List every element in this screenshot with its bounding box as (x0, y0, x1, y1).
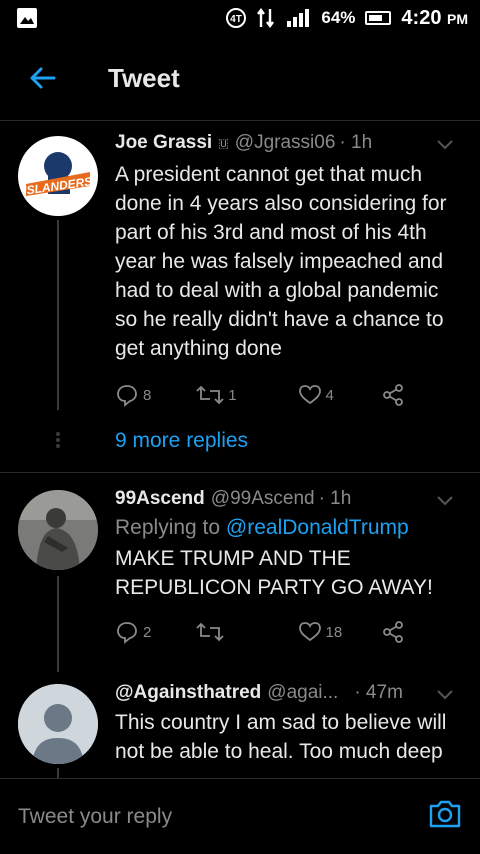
data-transfer-icon (257, 8, 275, 28)
reply-input[interactable]: Tweet your reply (18, 805, 428, 829)
avatar[interactable] (18, 684, 98, 764)
share-icon (382, 621, 403, 643)
author-handle: @Jgrassi06 (234, 132, 336, 153)
heart-icon (298, 622, 321, 642)
like-count: 18 (325, 623, 343, 641)
page-title: Tweet (108, 62, 180, 93)
tweet-againsthatred[interactable]: @Againsthatred @agai... · 47m This count… (0, 672, 480, 778)
share-button[interactable] (381, 620, 464, 644)
tweet-joe-grassi[interactable]: ISLANDERS Joe Grassi 🇺 @Jgrassi06 · 1h A… (0, 120, 480, 472)
heart-icon (298, 385, 321, 405)
author-handle: @99Ascend (210, 488, 315, 509)
retweet-button[interactable]: 1 (196, 383, 279, 407)
replying-to-label: Replying to (115, 516, 226, 539)
tweet-time: · 47m (354, 682, 403, 703)
tweet-time: · 1h (318, 488, 352, 509)
tweet-text: This country I am sad to believe will no… (115, 711, 447, 763)
status-bar: 4T 64% 4:20 PM (0, 0, 480, 36)
more-replies-link[interactable]: 9 more replies (115, 429, 464, 453)
tweet-header: @Againsthatred @agai... · 47m (115, 682, 464, 704)
clock: 4:20 PM (401, 6, 468, 29)
battery-percent: 64% (321, 8, 356, 27)
avatar[interactable] (18, 490, 98, 570)
share-icon (382, 384, 403, 406)
tweet-body: @Againsthatred @agai... · 47m This count… (115, 682, 464, 766)
camera-button[interactable] (428, 799, 462, 834)
signal-icon (287, 9, 310, 27)
like-button[interactable]: 4 (298, 383, 381, 407)
tweet-body: Joe Grassi 🇺 @Jgrassi06 · 1h A president… (115, 132, 464, 453)
tweet-actions: 2 18 (115, 618, 464, 646)
camera-icon (429, 800, 461, 828)
reply-button[interactable]: 2 (115, 620, 198, 644)
author-name[interactable]: @Againsthatred (115, 682, 261, 704)
retweet-button[interactable] (196, 620, 279, 644)
avatar[interactable]: ISLANDERS (18, 136, 98, 216)
statue-photo-icon (18, 490, 98, 570)
author-name[interactable]: Joe Grassi (115, 132, 212, 154)
replying-to-link[interactable]: @realDonaldTrump (226, 516, 409, 539)
author-name[interactable]: 99Ascend (115, 488, 205, 510)
reply-bar: Tweet your reply (0, 778, 480, 854)
back-arrow-icon (30, 67, 56, 89)
tweet-body: 99Ascend @99Ascend · 1h Replying to @rea… (115, 488, 464, 646)
sync-icon: 4T (226, 8, 247, 28)
thread-line (57, 768, 59, 778)
tweet-text: A president cannot get that much done in… (115, 163, 447, 360)
chevron-down-icon[interactable] (436, 492, 454, 510)
like-button[interactable]: 18 (298, 620, 381, 644)
retweet-icon (196, 385, 224, 405)
thread-dots (54, 430, 62, 450)
reply-icon (117, 385, 137, 407)
tweet-time: · 1h (339, 132, 373, 153)
reply-count: 8 (143, 386, 152, 404)
svg-text:4T: 4T (231, 14, 243, 25)
thread-line (57, 576, 59, 672)
tweet-99ascend[interactable]: 99Ascend @99Ascend · 1h Replying to @rea… (0, 472, 480, 672)
tweet-header: Joe Grassi 🇺 @Jgrassi06 · 1h (115, 132, 464, 154)
tweet-text: MAKE TRUMP AND THE REPUBLICON PARTY GO A… (115, 547, 433, 599)
tweet-actions: 8 1 4 (115, 381, 464, 409)
chevron-down-icon[interactable] (436, 686, 454, 704)
tweet-header: 99Ascend @99Ascend · 1h (115, 488, 464, 510)
back-button[interactable] (22, 57, 64, 99)
reply-icon (117, 622, 137, 644)
retweet-icon (196, 622, 224, 642)
chevron-down-icon[interactable] (436, 136, 454, 154)
retweet-count: 1 (228, 386, 237, 404)
thread-line (57, 220, 59, 410)
gallery-icon (17, 8, 37, 28)
islanders-logo-icon: ISLANDERS (19, 137, 97, 215)
share-button[interactable] (381, 383, 464, 407)
reply-count: 2 (143, 623, 152, 641)
reply-button[interactable]: 8 (115, 383, 198, 407)
battery-icon (365, 11, 392, 25)
replying-to: Replying to @realDonaldTrump (115, 516, 464, 540)
author-handle: @agai... (267, 682, 339, 703)
badge-emoji: 🇺 (218, 135, 229, 150)
like-count: 4 (325, 386, 334, 404)
default-avatar-icon (18, 684, 98, 764)
app-bar: Tweet (0, 36, 480, 120)
